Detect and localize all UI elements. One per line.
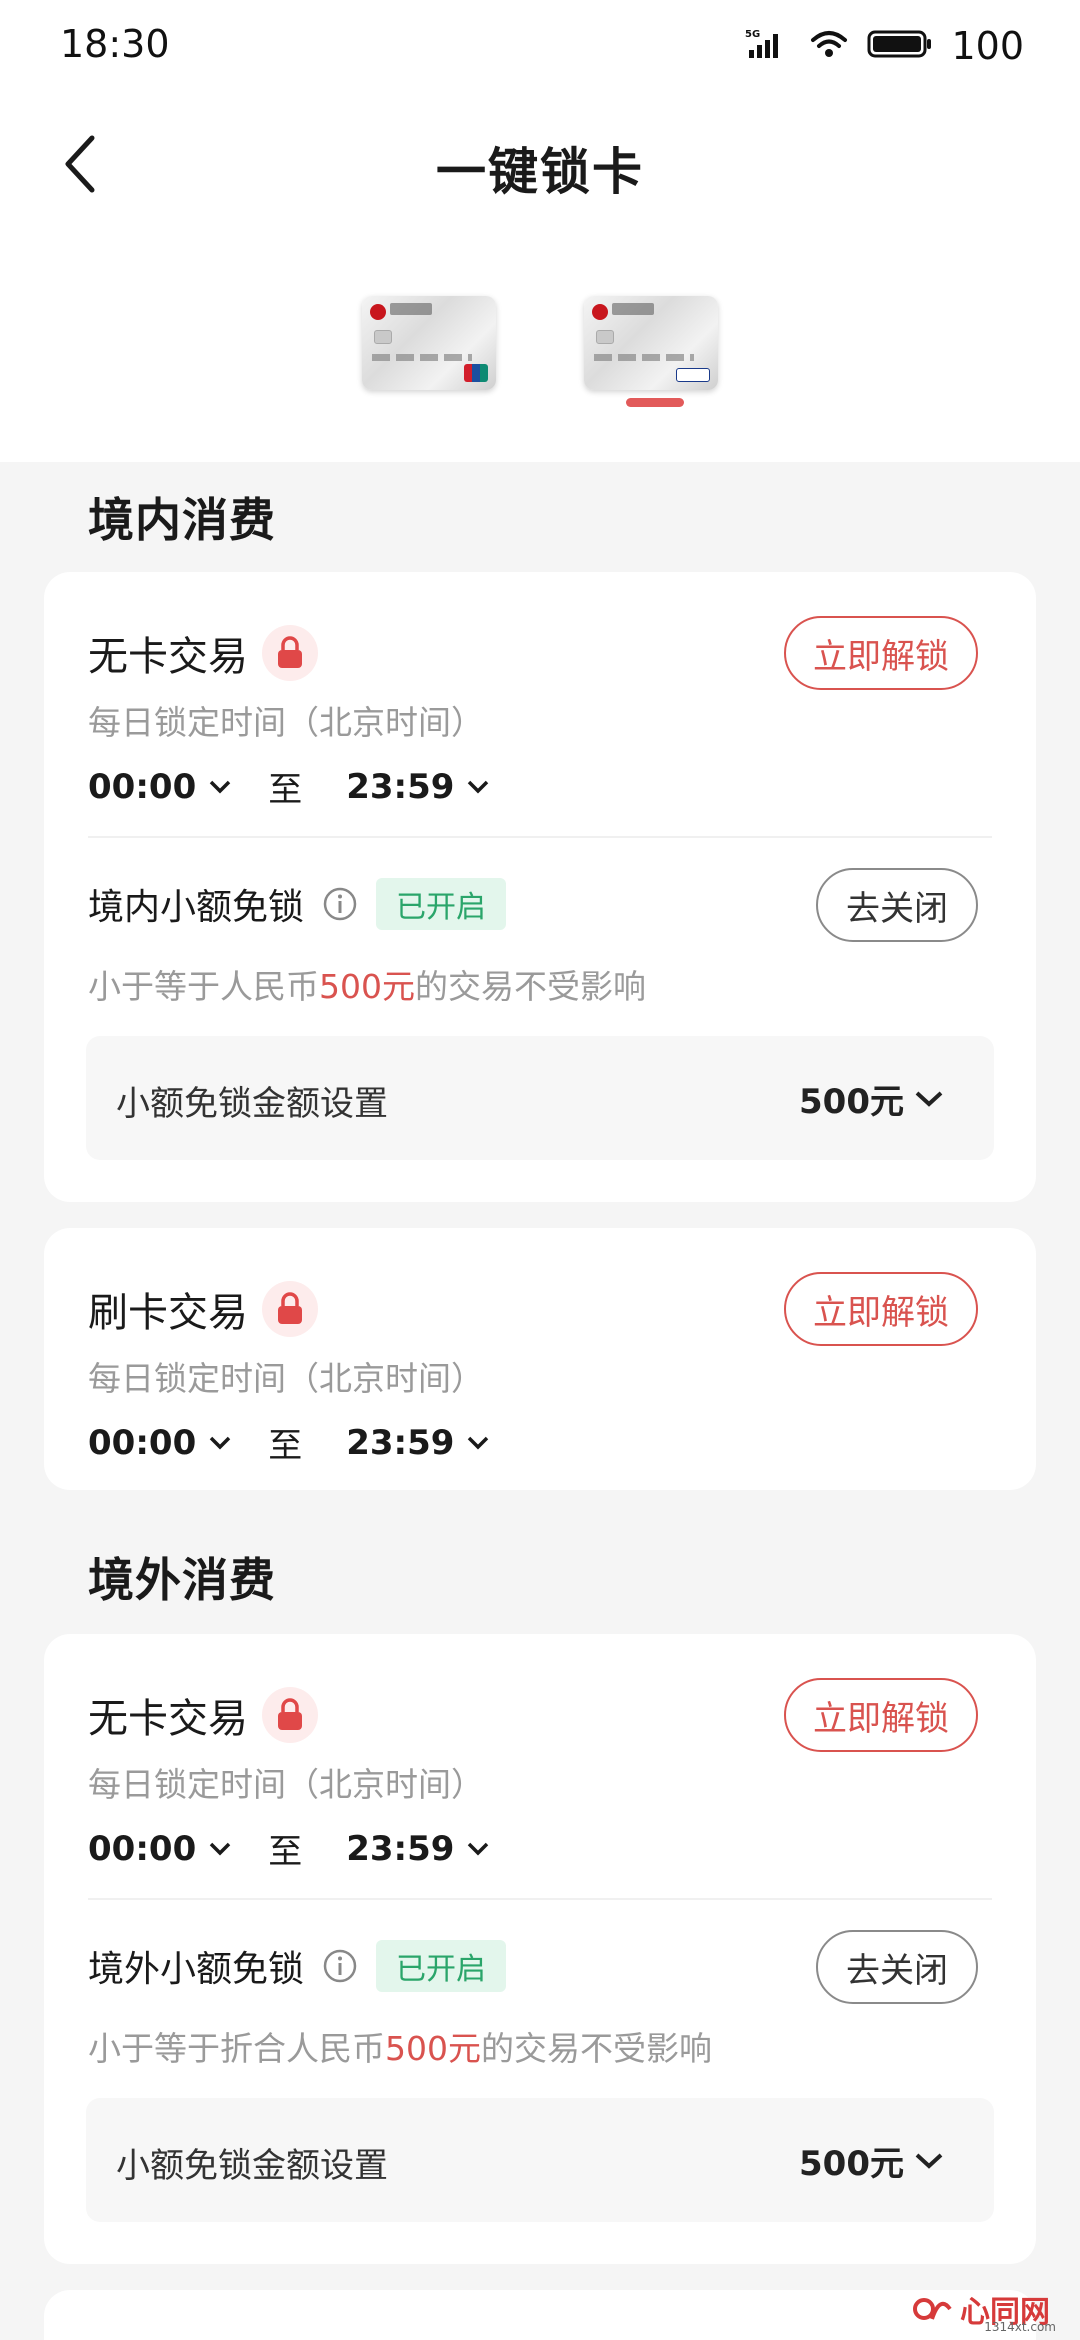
lock-icon: [262, 1281, 318, 1337]
amount-setting-value[interactable]: 500元: [799, 2136, 944, 2185]
chevron-down-icon: [915, 1091, 943, 1107]
amount-setting-value[interactable]: 500元: [799, 1074, 944, 1123]
end-time-value: 23:59: [346, 1422, 455, 1463]
desc-amount: 500元: [385, 2029, 481, 2068]
desc-prefix: 小于等于折合人民币: [88, 2029, 385, 2068]
domestic-swipe-panel: 刷卡交易 立即解锁 每日锁定时间（北京时间） 00:00 至 23:59: [44, 1228, 1036, 1490]
domestic-small-free-close-button[interactable]: 去关闭: [816, 868, 978, 942]
domestic-small-free-desc: 小于等于人民币500元的交易不受影响: [88, 960, 646, 1008]
wifi-icon: [809, 28, 849, 64]
amount-value-text: 500元: [799, 2144, 904, 2184]
start-time-value: 00:00: [88, 1828, 197, 1869]
overseas-small-free-title: 境外小额免锁: [88, 1949, 305, 1990]
svg-text:5G: 5G: [745, 29, 760, 40]
divider: [88, 1898, 992, 1900]
selected-card-indicator: [626, 398, 684, 407]
status-bar: 18:30 5G 100: [0, 0, 1080, 92]
chevron-down-icon: [468, 780, 489, 793]
desc-amount: 500元: [319, 967, 415, 1006]
chevron-down-icon: [468, 1842, 489, 1855]
domestic-swipe-unlock-button[interactable]: 立即解锁: [784, 1272, 978, 1346]
overseas-cardless-row: 无卡交易: [88, 1686, 318, 1744]
page-title: 一键锁卡: [436, 143, 644, 201]
status-icons: 5G 100: [745, 24, 1024, 68]
end-time-select[interactable]: 23:59: [346, 1423, 490, 1463]
to-label: 至: [268, 1426, 303, 1466]
chevron-down-icon: [209, 1842, 231, 1855]
amount-setting-label: 小额免锁金额设置: [116, 2146, 388, 2186]
domestic-cardless-sub: 每日锁定时间（北京时间）: [88, 703, 484, 742]
amount-value-text: 500元: [799, 1082, 904, 1122]
overseas-cardless-time-row: 00:00 至 23:59: [88, 1824, 490, 1873]
divider: [88, 836, 992, 838]
domestic-swipe-sub: 每日锁定时间（北京时间）: [88, 1359, 484, 1398]
start-time-select[interactable]: 00:00: [88, 767, 232, 807]
overseas-panel: 无卡交易 立即解锁 每日锁定时间（北京时间） 00:00 至 23:59 境外小…: [44, 1634, 1036, 2264]
overseas-small-free-close-button[interactable]: 去关闭: [816, 1930, 978, 2004]
signal-icon: 5G: [745, 28, 791, 64]
nav-bar: 一键锁卡: [0, 110, 1080, 220]
desc-prefix: 小于等于人民币: [88, 967, 319, 1006]
next-panel-partial: [44, 2290, 1036, 2340]
domestic-small-free-row: 境内小额免锁 已开启: [88, 878, 507, 930]
watermark: 心同网 1314xt.com: [910, 2284, 1060, 2334]
overseas-small-free-row: 境外小额免锁 已开启: [88, 1940, 507, 1992]
watermark-logo-icon: [913, 2298, 952, 2320]
domestic-cardless-row: 无卡交易: [88, 624, 318, 682]
overseas-cardless-title: 无卡交易: [88, 1696, 248, 1742]
chevron-down-icon: [209, 1436, 231, 1449]
info-icon[interactable]: [322, 886, 358, 922]
domestic-swipe-time-row: 00:00 至 23:59: [88, 1418, 490, 1467]
status-badge: 已开启: [376, 1940, 507, 1992]
chevron-down-icon: [209, 780, 231, 793]
watermark-url: 1314xt.com: [984, 2320, 1056, 2334]
overseas-small-free-desc: 小于等于折合人民币500元的交易不受影响: [88, 2022, 712, 2070]
header-area: 18:30 5G 100 一键锁卡: [0, 0, 1080, 462]
end-time-value: 23:59: [346, 1828, 455, 1869]
domestic-cardless-unlock-button[interactable]: 立即解锁: [784, 616, 978, 690]
to-label: 至: [268, 1832, 303, 1872]
lock-icon: [262, 625, 318, 681]
start-time-select[interactable]: 00:00: [88, 1829, 232, 1869]
end-time-select[interactable]: 23:59: [346, 767, 490, 807]
end-time-value: 23:59: [346, 766, 455, 807]
amount-setting-label: 小额免锁金额设置: [116, 1084, 388, 1124]
domestic-small-free-title: 境内小额免锁: [88, 887, 305, 928]
domestic-panel: 无卡交易 立即解锁 每日锁定时间（北京时间） 00:00 至 23:59 境内小…: [44, 572, 1036, 1202]
overseas-cardless-sub: 每日锁定时间（北京时间）: [88, 1765, 484, 1804]
status-time: 18:30: [60, 22, 170, 66]
chevron-down-icon: [468, 1436, 489, 1449]
info-icon[interactable]: [322, 1948, 358, 1984]
domestic-swipe-title: 刷卡交易: [88, 1290, 248, 1336]
start-time-select[interactable]: 00:00: [88, 1423, 232, 1463]
end-time-select[interactable]: 23:59: [346, 1829, 490, 1869]
desc-suffix: 的交易不受影响: [481, 2029, 712, 2068]
lock-icon: [262, 1687, 318, 1743]
overseas-cardless-unlock-button[interactable]: 立即解锁: [784, 1678, 978, 1752]
domestic-cardless-time-row: 00:00 至 23:59: [88, 762, 490, 811]
battery-level: 100: [951, 24, 1024, 68]
section-title-overseas: 境外消费: [88, 1553, 276, 1607]
start-time-value: 00:00: [88, 1422, 197, 1463]
domestic-amount-setting[interactable]: 小额免锁金额设置 500元: [86, 1036, 994, 1160]
card-selector: [0, 290, 1080, 420]
domestic-cardless-title: 无卡交易: [88, 634, 248, 680]
overseas-amount-setting[interactable]: 小额免锁金额设置 500元: [86, 2098, 994, 2222]
status-badge: 已开启: [376, 878, 507, 930]
domestic-swipe-row: 刷卡交易: [88, 1280, 318, 1338]
bank-card-1[interactable]: [362, 296, 496, 390]
bank-card-2[interactable]: [584, 296, 718, 390]
section-title-domestic: 境内消费: [88, 493, 276, 547]
desc-suffix: 的交易不受影响: [415, 967, 646, 1006]
battery-icon: [867, 28, 933, 64]
to-label: 至: [268, 770, 303, 810]
chevron-down-icon: [915, 2153, 943, 2169]
start-time-value: 00:00: [88, 766, 197, 807]
